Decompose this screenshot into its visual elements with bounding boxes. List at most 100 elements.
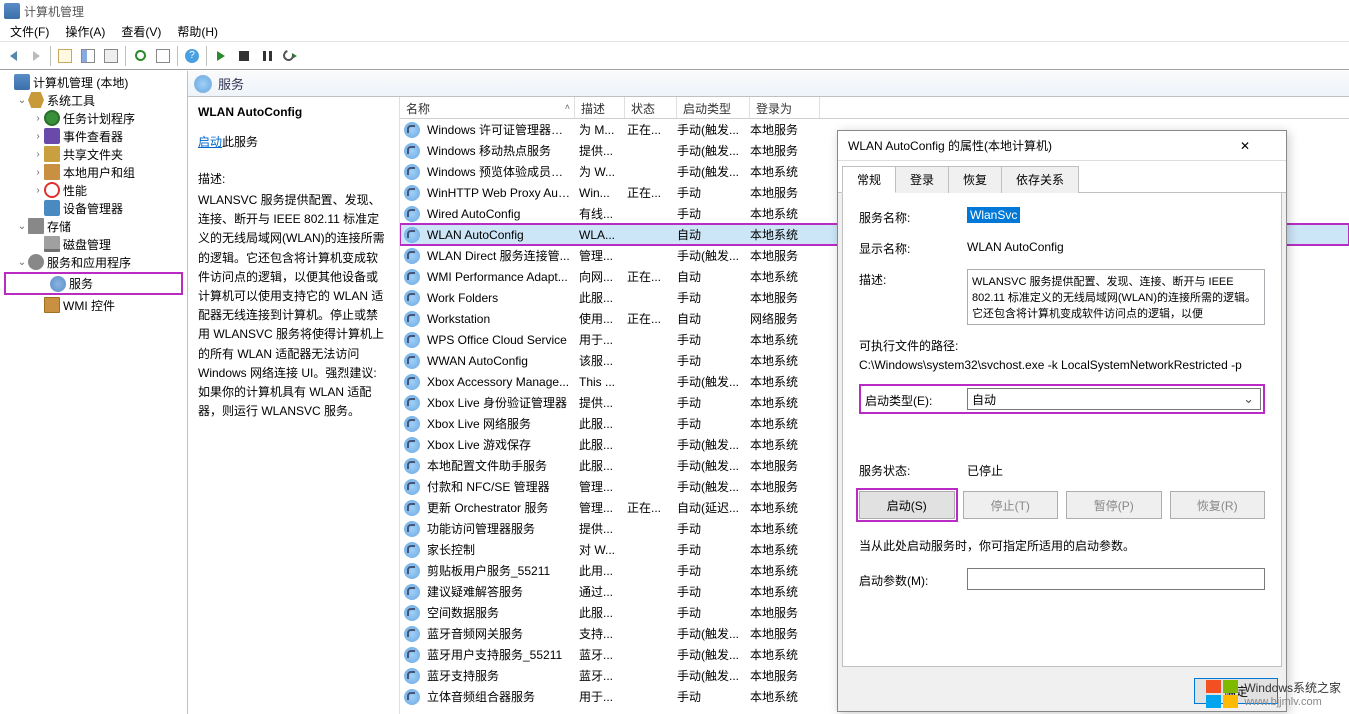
properties-button[interactable] (100, 45, 122, 67)
cell-desc: 使用... (575, 310, 623, 327)
cell-name: 蓝牙用户支持服务_55211 (423, 646, 575, 663)
start-suffix: 此服务 (222, 135, 258, 149)
cell-desc: 为 W... (575, 163, 623, 180)
cell-logon: 本地系统 (746, 436, 816, 453)
chevron-right-icon[interactable]: › (32, 131, 44, 142)
tab-general[interactable]: 常规 (842, 166, 896, 193)
tree-performance[interactable]: ›性能 (0, 181, 187, 199)
chevron-right-icon[interactable]: › (32, 113, 44, 124)
col-logon-as[interactable]: 登录为 (750, 97, 820, 118)
display-name-label: 显示名称: (859, 238, 967, 257)
cell-logon: 本地系统 (746, 583, 816, 600)
cell-startup: 手动 (673, 289, 746, 306)
service-icon (404, 584, 420, 600)
tree-shared-folders[interactable]: ›共享文件夹 (0, 145, 187, 163)
cell-logon: 本地系统 (746, 268, 816, 285)
tree-sys-tools[interactable]: ⌄系统工具 (0, 91, 187, 109)
restart-service-button[interactable] (279, 45, 301, 67)
close-button[interactable]: ✕ (1240, 135, 1280, 157)
window-title: 计算机管理 (24, 3, 84, 20)
chevron-right-icon[interactable]: › (32, 149, 44, 160)
cell-name: WWAN AutoConfig (423, 354, 575, 368)
tree-services-apps[interactable]: ⌄服务和应用程序 (0, 253, 187, 271)
menu-action[interactable]: 操作(A) (57, 21, 113, 42)
service-name-value[interactable]: WlanSvc (967, 207, 1020, 223)
services-header-icon (194, 75, 212, 93)
service-icon (404, 668, 420, 684)
tree-task-scheduler[interactable]: ›任务计划程序 (0, 109, 187, 127)
field-exe-path: 可执行文件的路径: C:\Windows\system32\svchost.ex… (859, 337, 1265, 372)
nav-back-button[interactable] (2, 45, 24, 67)
tree-root[interactable]: 计算机管理 (本地) (0, 73, 187, 91)
stop-service-button[interactable] (233, 45, 255, 67)
cell-logon: 本地系统 (746, 394, 816, 411)
tree-wmi[interactable]: WMI 控件 (0, 296, 187, 314)
cell-startup: 手动 (673, 583, 746, 600)
cell-logon: 本地系统 (746, 499, 816, 516)
tree-local-users[interactable]: ›本地用户和组 (0, 163, 187, 181)
cell-name: WMI Performance Adapt... (423, 270, 575, 284)
col-startup-type[interactable]: 启动类型 (677, 97, 750, 118)
col-status[interactable]: 状态 (625, 97, 677, 118)
help-button[interactable]: ? (181, 45, 203, 67)
cell-desc: 对 W... (575, 541, 623, 558)
performance-icon (44, 182, 60, 198)
resume-button: 恢复(R) (1170, 491, 1266, 519)
tree-event-viewer[interactable]: ›事件查看器 (0, 127, 187, 145)
start-button[interactable]: 启动(S) (859, 491, 955, 519)
refresh-button[interactable] (129, 45, 151, 67)
show-hide-tree-button[interactable] (77, 45, 99, 67)
start-params-input[interactable] (967, 568, 1265, 590)
nav-up-button[interactable] (54, 45, 76, 67)
tab-logon[interactable]: 登录 (895, 166, 949, 193)
menu-view[interactable]: 查看(V) (113, 21, 169, 42)
tree-storage[interactable]: ⌄存储 (0, 217, 187, 235)
field-start-params: 启动参数(M): (859, 568, 1265, 590)
start-service-link[interactable]: 启动 (198, 135, 222, 149)
dialog-title-bar[interactable]: WLAN AutoConfig 的属性(本地计算机) ✕ (838, 131, 1286, 161)
start-service-button[interactable] (210, 45, 232, 67)
cell-name: WPS Office Cloud Service (423, 333, 575, 347)
chevron-down-icon[interactable]: ⌄ (16, 257, 28, 268)
selected-service-name: WLAN AutoConfig (198, 105, 389, 119)
service-icon (404, 206, 420, 222)
tree-services[interactable]: 服务 (4, 272, 183, 295)
menu-help[interactable]: 帮助(H) (169, 21, 226, 42)
cell-desc: 蓝牙... (575, 667, 623, 684)
windows-logo-icon (1206, 680, 1238, 708)
field-description: 描述: WLANSVC 服务提供配置、发现、连接、断开与 IEEE 802.11… (859, 269, 1265, 325)
chevron-right-icon[interactable]: › (32, 185, 44, 196)
menu-file[interactable]: 文件(F) (2, 21, 57, 42)
chevron-down-icon[interactable]: ⌄ (16, 95, 28, 106)
cell-logon: 本地服务 (746, 247, 816, 264)
cell-name: WLAN AutoConfig (423, 228, 575, 242)
arrow-left-icon (10, 51, 17, 61)
service-icon (404, 227, 420, 243)
description-label: 描述: (198, 170, 389, 187)
desc-textbox[interactable]: WLANSVC 服务提供配置、发现、连接、断开与 IEEE 802.11 标准定… (967, 269, 1265, 325)
navigation-tree[interactable]: 计算机管理 (本地) ⌄系统工具 ›任务计划程序 ›事件查看器 ›共享文件夹 ›… (0, 71, 188, 714)
startup-type-select[interactable]: 自动 (967, 388, 1261, 410)
cell-desc: 此服... (575, 457, 623, 474)
cell-startup: 手动(触发... (673, 667, 746, 684)
share-icon (44, 146, 60, 162)
cell-startup: 手动 (673, 352, 746, 369)
help-icon: ? (185, 49, 199, 63)
tree-disk-management[interactable]: 磁盘管理 (0, 235, 187, 253)
start-params-hint: 当从此处启动服务时，你可指定所适用的启动参数。 (859, 537, 1265, 554)
pause-service-button[interactable] (256, 45, 278, 67)
col-description[interactable]: 描述 (575, 97, 625, 118)
event-icon (44, 128, 60, 144)
export-button[interactable] (152, 45, 174, 67)
cell-startup: 手动(触发... (673, 625, 746, 642)
chevron-down-icon[interactable]: ⌄ (16, 221, 28, 232)
cell-name: 立体音频组合器服务 (423, 688, 575, 705)
service-icon (50, 276, 66, 292)
col-name[interactable]: 名称˄ (400, 97, 575, 118)
field-service-name: 服务名称: WlanSvc (859, 207, 1265, 226)
tree-device-manager[interactable]: 设备管理器 (0, 199, 187, 217)
tab-recovery[interactable]: 恢复 (948, 166, 1002, 193)
tab-dependencies[interactable]: 依存关系 (1001, 166, 1079, 193)
cell-startup: 手动 (673, 562, 746, 579)
chevron-right-icon[interactable]: › (32, 167, 44, 178)
